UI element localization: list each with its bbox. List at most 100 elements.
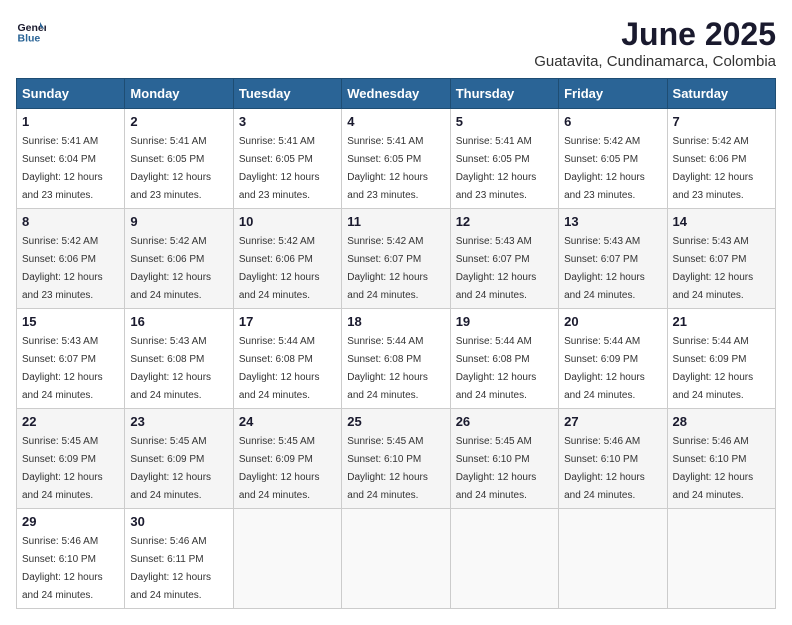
day-number: 27 [564, 414, 661, 429]
logo: General Blue [16, 16, 46, 46]
calendar-cell: 2 Sunrise: 5:41 AMSunset: 6:05 PMDayligh… [125, 109, 233, 209]
day-info: Sunrise: 5:42 AMSunset: 6:06 PMDaylight:… [673, 136, 754, 201]
day-number: 17 [239, 314, 336, 329]
svg-text:Blue: Blue [18, 33, 41, 45]
day-number: 23 [130, 414, 227, 429]
calendar-week-row: 29 Sunrise: 5:46 AMSunset: 6:10 PMDaylig… [17, 509, 776, 609]
day-info: Sunrise: 5:45 AMSunset: 6:09 PMDaylight:… [22, 436, 103, 501]
calendar-cell: 28 Sunrise: 5:46 AMSunset: 6:10 PMDaylig… [667, 409, 775, 509]
calendar-cell: 25 Sunrise: 5:45 AMSunset: 6:10 PMDaylig… [342, 409, 450, 509]
day-number: 2 [130, 114, 227, 129]
day-info: Sunrise: 5:45 AMSunset: 6:10 PMDaylight:… [347, 436, 428, 501]
day-info: Sunrise: 5:43 AMSunset: 6:07 PMDaylight:… [673, 236, 754, 301]
day-number: 3 [239, 114, 336, 129]
day-info: Sunrise: 5:41 AMSunset: 6:05 PMDaylight:… [130, 136, 211, 201]
day-number: 1 [22, 114, 119, 129]
day-info: Sunrise: 5:42 AMSunset: 6:07 PMDaylight:… [347, 236, 428, 301]
weekday-header: Monday [125, 79, 233, 109]
calendar-week-row: 15 Sunrise: 5:43 AMSunset: 6:07 PMDaylig… [17, 309, 776, 409]
day-number: 7 [673, 114, 770, 129]
day-number: 10 [239, 214, 336, 229]
calendar-cell: 4 Sunrise: 5:41 AMSunset: 6:05 PMDayligh… [342, 109, 450, 209]
calendar-cell: 24 Sunrise: 5:45 AMSunset: 6:09 PMDaylig… [233, 409, 341, 509]
day-info: Sunrise: 5:43 AMSunset: 6:07 PMDaylight:… [456, 236, 537, 301]
calendar-week-row: 22 Sunrise: 5:45 AMSunset: 6:09 PMDaylig… [17, 409, 776, 509]
day-info: Sunrise: 5:41 AMSunset: 6:05 PMDaylight:… [347, 136, 428, 201]
day-number: 15 [22, 314, 119, 329]
day-info: Sunrise: 5:42 AMSunset: 6:06 PMDaylight:… [22, 236, 103, 301]
day-number: 16 [130, 314, 227, 329]
day-number: 12 [456, 214, 553, 229]
day-info: Sunrise: 5:44 AMSunset: 6:09 PMDaylight:… [564, 336, 645, 401]
day-info: Sunrise: 5:45 AMSunset: 6:09 PMDaylight:… [130, 436, 211, 501]
day-number: 13 [564, 214, 661, 229]
day-number: 21 [673, 314, 770, 329]
day-info: Sunrise: 5:43 AMSunset: 6:08 PMDaylight:… [130, 336, 211, 401]
calendar-cell: 12 Sunrise: 5:43 AMSunset: 6:07 PMDaylig… [450, 209, 558, 309]
calendar-cell: 7 Sunrise: 5:42 AMSunset: 6:06 PMDayligh… [667, 109, 775, 209]
calendar-cell: 23 Sunrise: 5:45 AMSunset: 6:09 PMDaylig… [125, 409, 233, 509]
month-title: June 2025 [534, 16, 776, 53]
logo-icon: General Blue [16, 16, 46, 46]
calendar-week-row: 8 Sunrise: 5:42 AMSunset: 6:06 PMDayligh… [17, 209, 776, 309]
weekday-header-row: SundayMondayTuesdayWednesdayThursdayFrid… [17, 79, 776, 109]
calendar-cell: 13 Sunrise: 5:43 AMSunset: 6:07 PMDaylig… [559, 209, 667, 309]
calendar-cell: 1 Sunrise: 5:41 AMSunset: 6:04 PMDayligh… [17, 109, 125, 209]
weekday-header: Friday [559, 79, 667, 109]
calendar-cell: 21 Sunrise: 5:44 AMSunset: 6:09 PMDaylig… [667, 309, 775, 409]
calendar-cell: 16 Sunrise: 5:43 AMSunset: 6:08 PMDaylig… [125, 309, 233, 409]
day-info: Sunrise: 5:46 AMSunset: 6:11 PMDaylight:… [130, 536, 211, 601]
calendar-cell [559, 509, 667, 609]
calendar-cell [233, 509, 341, 609]
calendar-cell: 22 Sunrise: 5:45 AMSunset: 6:09 PMDaylig… [17, 409, 125, 509]
day-number: 9 [130, 214, 227, 229]
calendar-cell [450, 509, 558, 609]
day-info: Sunrise: 5:42 AMSunset: 6:06 PMDaylight:… [239, 236, 320, 301]
calendar-table: SundayMondayTuesdayWednesdayThursdayFrid… [16, 78, 776, 609]
day-number: 5 [456, 114, 553, 129]
day-number: 14 [673, 214, 770, 229]
calendar-cell: 19 Sunrise: 5:44 AMSunset: 6:08 PMDaylig… [450, 309, 558, 409]
day-number: 29 [22, 514, 119, 529]
location-title: Guatavita, Cundinamarca, Colombia [534, 53, 776, 70]
calendar-cell: 11 Sunrise: 5:42 AMSunset: 6:07 PMDaylig… [342, 209, 450, 309]
calendar-cell: 29 Sunrise: 5:46 AMSunset: 6:10 PMDaylig… [17, 509, 125, 609]
calendar-cell: 14 Sunrise: 5:43 AMSunset: 6:07 PMDaylig… [667, 209, 775, 309]
calendar-cell: 15 Sunrise: 5:43 AMSunset: 6:07 PMDaylig… [17, 309, 125, 409]
calendar-cell [667, 509, 775, 609]
day-info: Sunrise: 5:44 AMSunset: 6:09 PMDaylight:… [673, 336, 754, 401]
day-number: 19 [456, 314, 553, 329]
day-info: Sunrise: 5:42 AMSunset: 6:05 PMDaylight:… [564, 136, 645, 201]
day-number: 8 [22, 214, 119, 229]
day-number: 28 [673, 414, 770, 429]
day-number: 24 [239, 414, 336, 429]
weekday-header: Tuesday [233, 79, 341, 109]
calendar-cell: 10 Sunrise: 5:42 AMSunset: 6:06 PMDaylig… [233, 209, 341, 309]
day-number: 6 [564, 114, 661, 129]
calendar-cell: 9 Sunrise: 5:42 AMSunset: 6:06 PMDayligh… [125, 209, 233, 309]
day-info: Sunrise: 5:43 AMSunset: 6:07 PMDaylight:… [564, 236, 645, 301]
page-header: General Blue June 2025 Guatavita, Cundin… [16, 16, 776, 70]
day-info: Sunrise: 5:46 AMSunset: 6:10 PMDaylight:… [22, 536, 103, 601]
day-number: 4 [347, 114, 444, 129]
calendar-cell [342, 509, 450, 609]
day-number: 22 [22, 414, 119, 429]
weekday-header: Wednesday [342, 79, 450, 109]
day-info: Sunrise: 5:44 AMSunset: 6:08 PMDaylight:… [456, 336, 537, 401]
day-info: Sunrise: 5:46 AMSunset: 6:10 PMDaylight:… [673, 436, 754, 501]
day-number: 20 [564, 314, 661, 329]
calendar-week-row: 1 Sunrise: 5:41 AMSunset: 6:04 PMDayligh… [17, 109, 776, 209]
weekday-header: Saturday [667, 79, 775, 109]
day-number: 26 [456, 414, 553, 429]
calendar-cell: 5 Sunrise: 5:41 AMSunset: 6:05 PMDayligh… [450, 109, 558, 209]
day-info: Sunrise: 5:41 AMSunset: 6:05 PMDaylight:… [456, 136, 537, 201]
day-info: Sunrise: 5:41 AMSunset: 6:05 PMDaylight:… [239, 136, 320, 201]
day-number: 30 [130, 514, 227, 529]
day-info: Sunrise: 5:46 AMSunset: 6:10 PMDaylight:… [564, 436, 645, 501]
calendar-cell: 20 Sunrise: 5:44 AMSunset: 6:09 PMDaylig… [559, 309, 667, 409]
calendar-cell: 27 Sunrise: 5:46 AMSunset: 6:10 PMDaylig… [559, 409, 667, 509]
day-info: Sunrise: 5:45 AMSunset: 6:10 PMDaylight:… [456, 436, 537, 501]
title-area: June 2025 Guatavita, Cundinamarca, Colom… [534, 16, 776, 70]
calendar-cell: 18 Sunrise: 5:44 AMSunset: 6:08 PMDaylig… [342, 309, 450, 409]
calendar-cell: 30 Sunrise: 5:46 AMSunset: 6:11 PMDaylig… [125, 509, 233, 609]
